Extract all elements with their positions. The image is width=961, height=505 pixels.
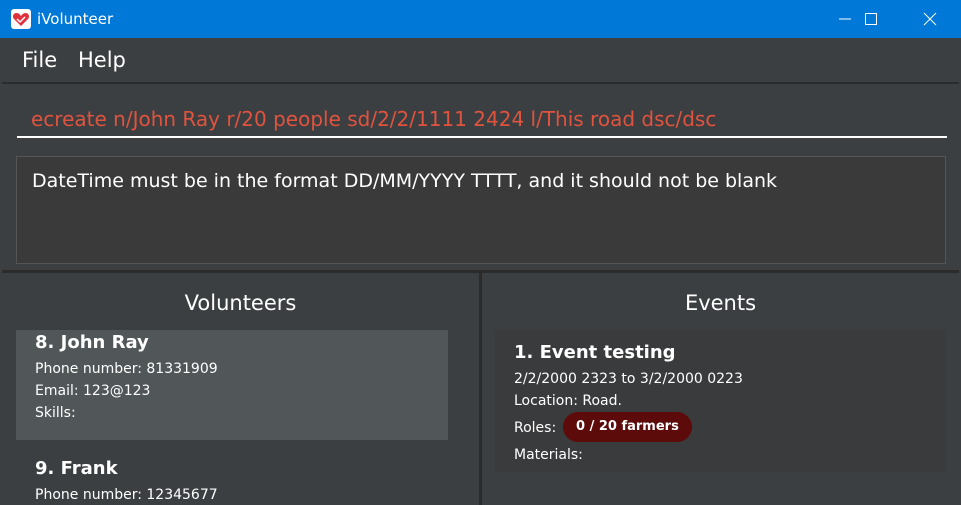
volunteer-phone: Phone number: 12345677 xyxy=(35,487,218,503)
volunteer-email: Email: 123@123 xyxy=(35,383,151,399)
app-logo-icon xyxy=(11,9,31,29)
role-badge: 0 / 20 farmers xyxy=(563,412,692,442)
volunteer-card[interactable]: 8. John Ray Phone number: 81331909 Email… xyxy=(16,330,448,440)
result-display: DateTime must be in the format DD/MM/YYY… xyxy=(2,148,959,273)
volunteers-panel: Volunteers 8. John Ray Phone number: 813… xyxy=(2,273,482,505)
title-bar: iVolunteer xyxy=(0,0,961,38)
event-materials: Materials: xyxy=(514,447,583,463)
events-panel: Events 1. Event testing 2/2/2000 2323 to… xyxy=(482,273,959,505)
event-location: Location: Road. xyxy=(514,393,622,409)
maximize-button[interactable] xyxy=(848,0,894,38)
volunteer-name: 9. Frank xyxy=(35,458,118,479)
events-header: Events xyxy=(684,291,757,315)
menu-bar: File Help xyxy=(2,38,959,83)
event-roles-label: Roles: xyxy=(514,420,557,436)
volunteer-phone: Phone number: 81331909 xyxy=(35,361,218,377)
window-title: iVolunteer xyxy=(37,10,114,28)
event-card[interactable]: 1. Event testing 2/2/2000 2323 to 3/2/20… xyxy=(495,330,946,472)
command-input[interactable] xyxy=(17,102,947,138)
command-box xyxy=(2,83,959,149)
volunteer-card[interactable]: 9. Frank Phone number: 12345677 xyxy=(16,445,448,505)
result-box[interactable]: DateTime must be in the format DD/MM/YYY… xyxy=(16,156,946,264)
result-message: DateTime must be in the format DD/MM/YYY… xyxy=(32,170,778,192)
volunteer-skills: Skills: xyxy=(35,405,76,421)
volunteer-name: 8. John Ray xyxy=(35,332,149,353)
menu-help[interactable]: Help xyxy=(78,48,126,72)
menu-file[interactable]: File xyxy=(22,48,57,72)
volunteers-header: Volunteers xyxy=(184,291,297,315)
event-name: 1. Event testing xyxy=(514,342,676,363)
event-datetime: 2/2/2000 2323 to 3/2/2000 0223 xyxy=(514,371,743,387)
close-button[interactable] xyxy=(907,0,953,38)
